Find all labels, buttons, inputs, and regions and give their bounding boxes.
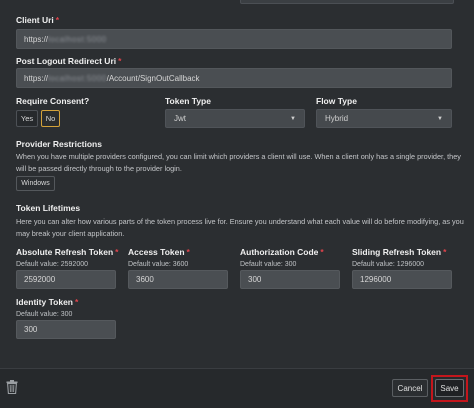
client-uri-masked-host: localhost:5000 [48,34,107,44]
token-type-select[interactable]: Jwt ▼ [165,109,305,128]
cancel-button[interactable]: Cancel [392,379,428,397]
access-token-hint: Default value: 3600 [128,261,189,268]
post-logout-uri-input[interactable]: https:// localhost:5000 /Account/SignOut… [16,68,452,88]
flow-type-label: Flow Type [316,96,357,106]
identity-token-hint: Default value: 300 [16,311,73,318]
sliding-refresh-token-label: Sliding Refresh Token * [352,247,447,257]
authorization-code-hint: Default value: 300 [240,261,297,268]
windows-provider-button[interactable]: Windows [16,176,55,191]
client-uri-input[interactable]: https:// localhost:5000 [16,29,452,49]
flow-type-value: Hybrid [325,114,349,123]
client-uri-prefix: https:// [24,34,49,44]
consent-no-button[interactable]: No [41,110,60,127]
consent-yes-button[interactable]: Yes [16,110,38,127]
provider-restrictions-label: Provider Restrictions [16,139,102,149]
sliding-refresh-token-hint: Default value: 1296000 [352,261,424,268]
absolute-refresh-token-input[interactable]: 2592000 [16,270,116,289]
absolute-refresh-token-hint: Default value: 2592000 [16,261,88,268]
post-logout-masked-host: localhost:5000 [48,73,107,83]
flow-type-select[interactable]: Hybrid ▼ [316,109,452,128]
previous-field-edge [240,0,454,4]
access-token-input[interactable]: 3600 [128,270,228,289]
token-lifetimes-description: Here you can alter how various parts of … [16,217,464,238]
post-logout-path: /Account/SignOutCallback [106,73,200,83]
identity-token-label: Identity Token * [16,297,79,307]
access-token-label: Access Token * [128,247,190,257]
chevron-down-icon: ▼ [290,115,296,122]
token-type-label: Token Type [165,96,211,106]
provider-restrictions-description: When you have multiple providers configu… [16,152,461,173]
sliding-refresh-token-input[interactable]: 1296000 [352,270,452,289]
require-consent-label: Require Consent? [16,96,90,106]
client-uri-label: Client Uri * [16,15,60,25]
token-type-value: Jwt [174,114,186,123]
authorization-code-label: Authorization Code * [240,247,324,257]
identity-token-input[interactable]: 300 [16,320,116,339]
post-logout-prefix: https:// [24,73,49,83]
chevron-down-icon: ▼ [437,115,443,122]
post-logout-uri-label: Post Logout Redirect Uri * [16,56,122,66]
token-lifetimes-label: Token Lifetimes [16,203,81,213]
save-button[interactable]: Save [435,379,464,397]
authorization-code-input[interactable]: 300 [240,270,340,289]
trash-icon[interactable] [6,380,18,395]
absolute-refresh-token-label: Absolute Refresh Token * [16,247,119,257]
